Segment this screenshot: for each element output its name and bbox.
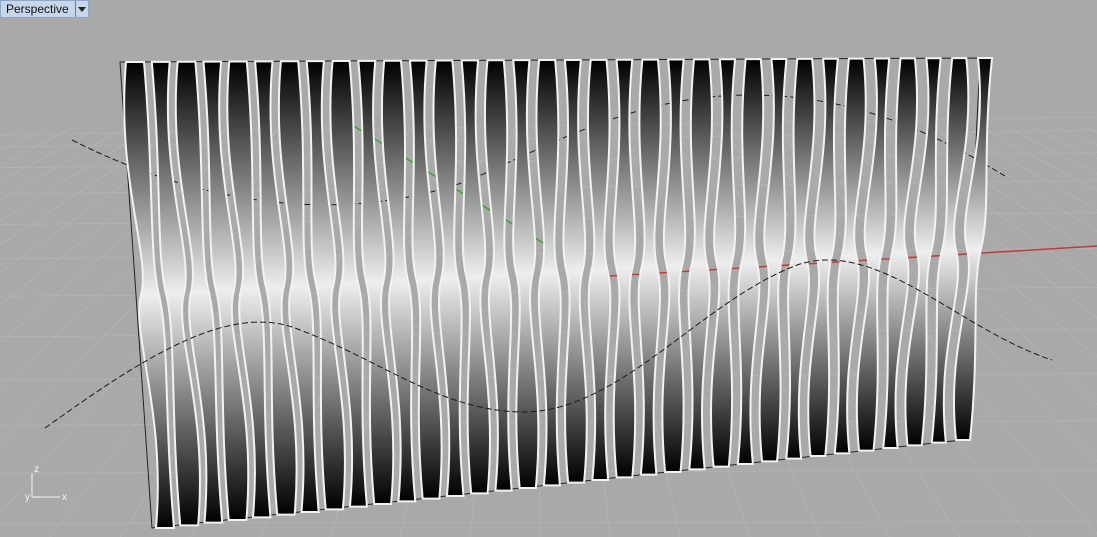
axis-widget-x-label: x — [62, 492, 67, 503]
viewport-title[interactable]: Perspective — [1, 1, 75, 17]
twisted-strip-facade[interactable] — [119, 57, 994, 529]
facade-strip — [661, 58, 687, 473]
facade-strip — [562, 58, 588, 484]
facade-strip — [637, 58, 662, 476]
facade-strip — [710, 58, 737, 468]
grid-line — [0, 127, 73, 166]
grid-line — [981, 127, 1097, 192]
grid-line — [0, 127, 151, 222]
grid-line — [0, 127, 47, 151]
axis-widget-y-label: y — [25, 492, 30, 503]
grid-line — [1007, 127, 1097, 175]
grid-line — [1033, 127, 1097, 160]
facade-strip — [612, 58, 637, 479]
grid-line — [0, 127, 125, 201]
axis-widget: z y x — [25, 464, 67, 503]
facade-strip — [586, 58, 612, 481]
grid-line — [0, 127, 21, 138]
viewport-tab[interactable]: Perspective — [0, 0, 89, 18]
perspective-viewport[interactable]: z y x Perspective — [0, 0, 1097, 537]
grid-line — [1085, 127, 1097, 134]
facade-strip — [512, 59, 540, 489]
grid-line — [1059, 127, 1097, 146]
scene-canvas[interactable]: z y x — [0, 0, 1097, 537]
axis-widget-z-label: z — [34, 464, 39, 475]
chevron-down-icon[interactable] — [74, 1, 88, 17]
